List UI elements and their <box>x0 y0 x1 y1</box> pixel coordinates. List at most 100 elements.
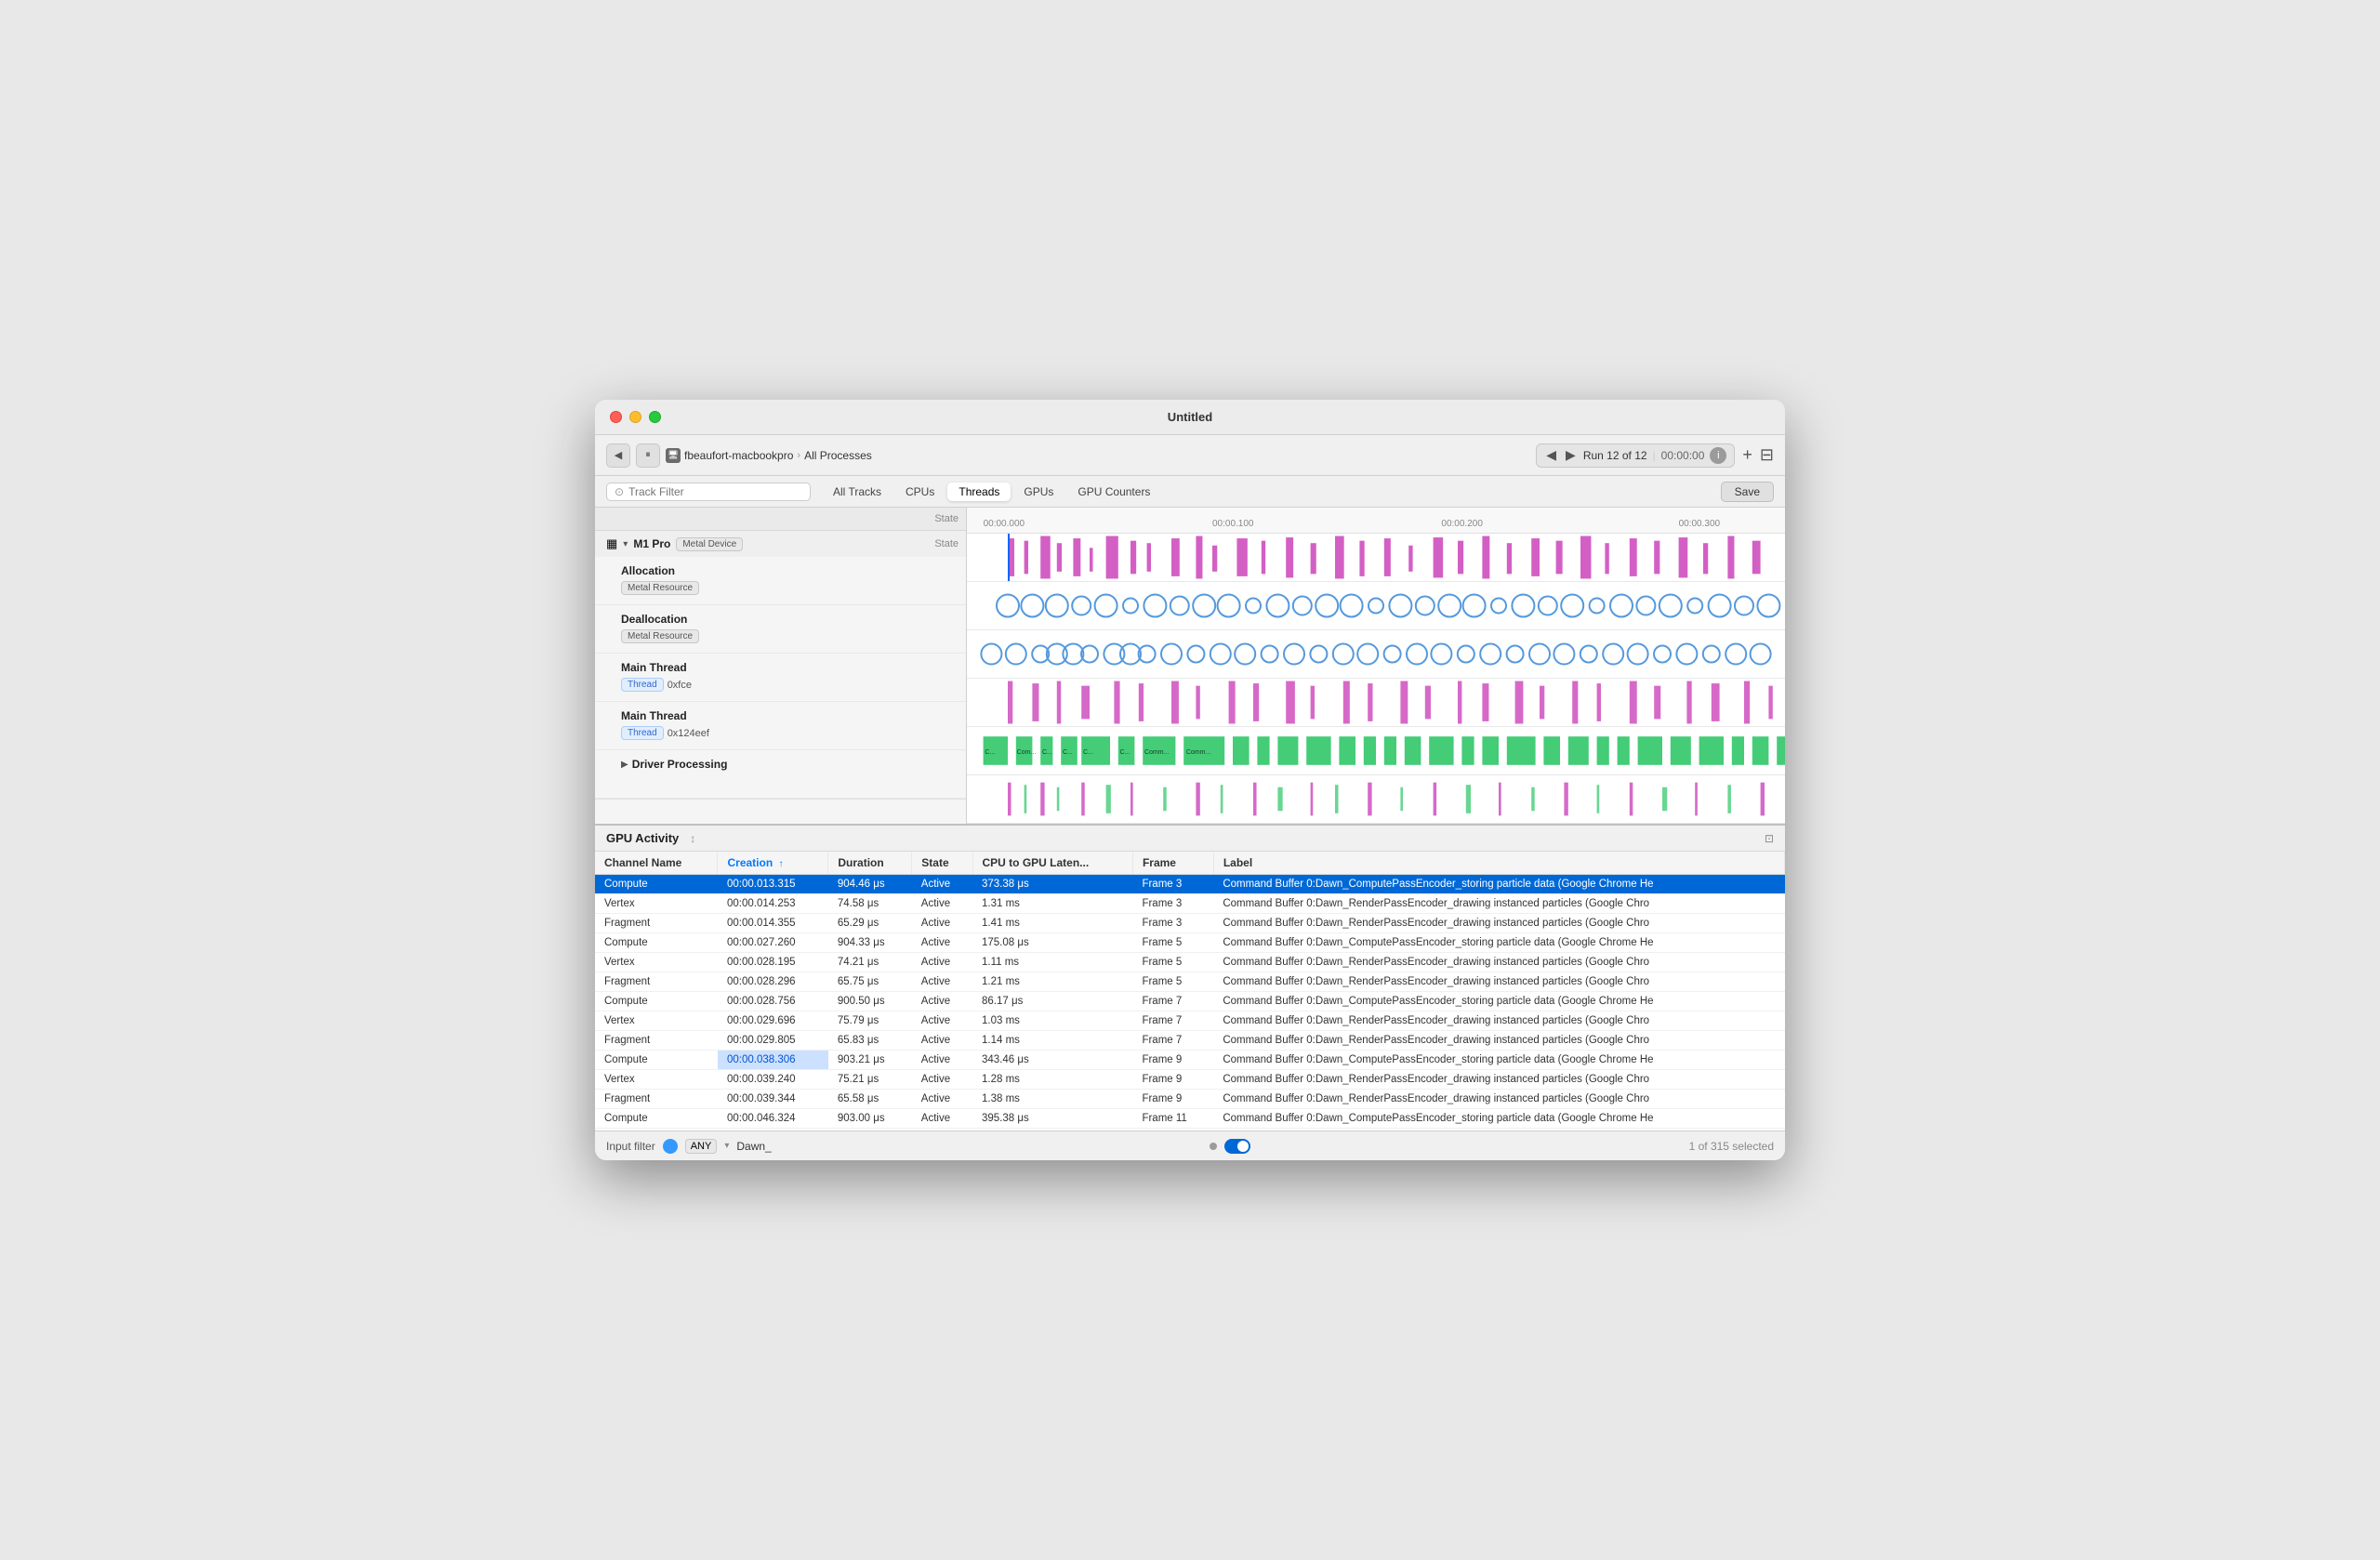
cell-label: Command Buffer 0:Dawn_ComputePassEncoder… <box>1213 992 1784 1011</box>
tab-gpu-counters[interactable]: GPU Counters <box>1066 483 1161 501</box>
main-thread-2-badge: Thread <box>621 726 664 740</box>
table-row[interactable]: Compute00:00.038.306903.21 μsActive343.4… <box>595 1051 1785 1070</box>
table-row[interactable]: Vertex00:00.028.19574.21 μsActive1.11 ms… <box>595 953 1785 972</box>
all-processes-label[interactable]: All Processes <box>804 449 872 462</box>
gpu-activity-sort-icon: ↕ <box>690 832 695 845</box>
tab-threads[interactable]: Threads <box>947 483 1011 501</box>
timeline-track-driver[interactable] <box>967 775 1785 824</box>
track-group-header-m1pro[interactable]: ▦ ▾ M1 Pro Metal Device State <box>595 531 966 557</box>
run-time: 00:00:00 <box>1661 449 1705 462</box>
track-group-m1pro: ▦ ▾ M1 Pro Metal Device State Allocation… <box>595 531 966 800</box>
thread2-viz: C... Com... C... C... C... C... Comm... … <box>967 727 1785 774</box>
col-creation[interactable]: Creation ↑ <box>718 852 828 875</box>
cell-frame: Frame 3 <box>1132 875 1213 894</box>
table-row[interactable]: Vertex00:00.029.69675.79 μsActive1.03 ms… <box>595 1011 1785 1031</box>
playhead <box>1008 534 1010 581</box>
collapse-button[interactable]: ⊟ <box>1760 445 1774 465</box>
pause-button[interactable]: ⏸ <box>636 443 660 468</box>
driver-processing-name: Driver Processing <box>632 758 728 771</box>
timeline-track-thread-2[interactable]: C... Com... C... C... C... C... Comm... … <box>967 727 1785 775</box>
cell-duration: 75.21 μs <box>828 1070 912 1090</box>
maximize-button[interactable] <box>649 411 661 423</box>
allocation-content: Allocation Metal Resource <box>621 564 699 595</box>
timeline-track-deallocation[interactable] <box>967 630 1785 679</box>
toolbar-left: ◀ ⏸ 🖥 fbeaufort-macbookpro › All Process… <box>606 443 872 468</box>
timeline-track-cpu[interactable] <box>967 534 1785 582</box>
tab-all-tracks[interactable]: All Tracks <box>822 483 892 501</box>
grid-icon: ▦ <box>606 536 617 551</box>
run-play-icon: ▶ <box>1564 447 1578 463</box>
track-filter-input[interactable] <box>628 485 802 498</box>
cell-state: Active <box>912 1070 972 1090</box>
cell-cpu-gpu-latency: 1.28 ms <box>972 1070 1132 1090</box>
table-row[interactable]: Compute00:00.028.756900.50 μsActive86.17… <box>595 992 1785 1011</box>
state-label: State <box>934 513 959 524</box>
back-button[interactable]: ◀ <box>606 443 630 468</box>
prev-run-button[interactable]: ◀ <box>1544 447 1558 463</box>
table-row[interactable]: Fragment00:00.039.34465.58 μsActive1.38 … <box>595 1090 1785 1109</box>
col-duration[interactable]: Duration <box>828 852 912 875</box>
cell-cpu-gpu-latency: 1.31 ms <box>972 894 1132 914</box>
cell-creation: 00:00.028.296 <box>718 972 828 992</box>
thread1-bars-svg <box>967 679 1785 726</box>
cell-channel: Compute <box>595 933 718 953</box>
cell-label: Command Buffer 0:Dawn_RenderPassEncoder_… <box>1213 1070 1784 1090</box>
cell-creation: 00:00.046.324 <box>718 1109 828 1129</box>
main-thread-2-addr: 0x124eef <box>668 728 709 739</box>
cell-frame: Frame 7 <box>1132 992 1213 1011</box>
cell-duration: 65.58 μs <box>828 1090 912 1109</box>
cell-label: Command Buffer 0:Dawn_RenderPassEncoder_… <box>1213 894 1784 914</box>
table-row[interactable]: Fragment00:00.029.80565.83 μsActive1.14 … <box>595 1031 1785 1051</box>
col-cpu-gpu-latency[interactable]: CPU to GPU Laten... <box>972 852 1132 875</box>
close-button[interactable] <box>610 411 622 423</box>
cell-duration: 903.00 μs <box>828 1109 912 1129</box>
cell-creation: 00:00.014.355 <box>718 914 828 933</box>
table-row[interactable]: Vertex00:00.014.25374.58 μsActive1.31 ms… <box>595 894 1785 914</box>
metal-device-badge: Metal Device <box>676 537 743 551</box>
table-row[interactable]: Fragment00:00.014.35565.29 μsActive1.41 … <box>595 914 1785 933</box>
table-row[interactable]: Compute00:00.013.315904.46 μsActive373.3… <box>595 875 1785 894</box>
track-header: State <box>595 508 966 531</box>
table-row[interactable]: Vertex00:00.039.24075.21 μsActive1.28 ms… <box>595 1070 1785 1090</box>
main-content: State ▦ ▾ M1 Pro Metal Device State Allo… <box>595 508 1785 824</box>
col-state[interactable]: State <box>912 852 972 875</box>
svg-text:Comm...: Comm... <box>1144 749 1170 756</box>
device-breadcrumb: 🖥 fbeaufort-macbookpro › All Processes <box>666 448 872 463</box>
add-button[interactable]: + <box>1742 445 1752 465</box>
main-thread-2-content: Main Thread Thread 0x124eef <box>621 709 709 740</box>
table-collapse-button[interactable]: ⊡ <box>1765 832 1774 845</box>
timeline-track-thread-1[interactable] <box>967 679 1785 727</box>
col-label[interactable]: Label <box>1213 852 1784 875</box>
cell-state: Active <box>912 933 972 953</box>
tab-cpus[interactable]: CPUs <box>894 483 945 501</box>
col-frame[interactable]: Frame <box>1132 852 1213 875</box>
cell-duration: 65.83 μs <box>828 1031 912 1051</box>
table-row[interactable]: Compute00:00.027.260904.33 μsActive175.0… <box>595 933 1785 953</box>
cell-cpu-gpu-latency: 175.08 μs <box>972 933 1132 953</box>
tab-gpus[interactable]: GPUs <box>1012 483 1064 501</box>
cell-channel: Vertex <box>595 1070 718 1090</box>
alloc-bars-svg <box>967 582 1785 629</box>
filter-toggle[interactable] <box>1224 1139 1250 1154</box>
svg-text:Com...: Com... <box>1017 749 1037 756</box>
save-button[interactable]: Save <box>1721 482 1774 502</box>
table-row[interactable]: Fragment00:00.028.29665.75 μsActive1.21 … <box>595 972 1785 992</box>
cell-channel: Compute <box>595 1051 718 1070</box>
allocation-badge: Metal Resource <box>621 581 699 595</box>
filter-any-selector[interactable]: ANY <box>685 1139 718 1154</box>
gpu-activity-title: GPU Activity <box>606 831 679 845</box>
ruler-mark-0: 00:00.000 <box>984 519 1025 529</box>
cell-channel: Compute <box>595 992 718 1011</box>
col-channel-name[interactable]: Channel Name <box>595 852 718 875</box>
data-table[interactable]: Channel Name Creation ↑ Duration State C… <box>595 852 1785 1130</box>
cell-frame: Frame 7 <box>1132 1011 1213 1031</box>
minimize-button[interactable] <box>629 411 641 423</box>
info-button[interactable]: i <box>1710 447 1726 464</box>
cell-creation: 00:00.028.756 <box>718 992 828 1011</box>
cell-state: Active <box>912 894 972 914</box>
track-filter[interactable]: ⊙ <box>606 483 811 501</box>
cell-duration: 65.29 μs <box>828 914 912 933</box>
table-row[interactable]: Compute00:00.046.324903.00 μsActive395.3… <box>595 1109 1785 1129</box>
timeline-track-allocation[interactable] <box>967 582 1785 630</box>
cell-label: Command Buffer 0:Dawn_RenderPassEncoder_… <box>1213 1090 1784 1109</box>
